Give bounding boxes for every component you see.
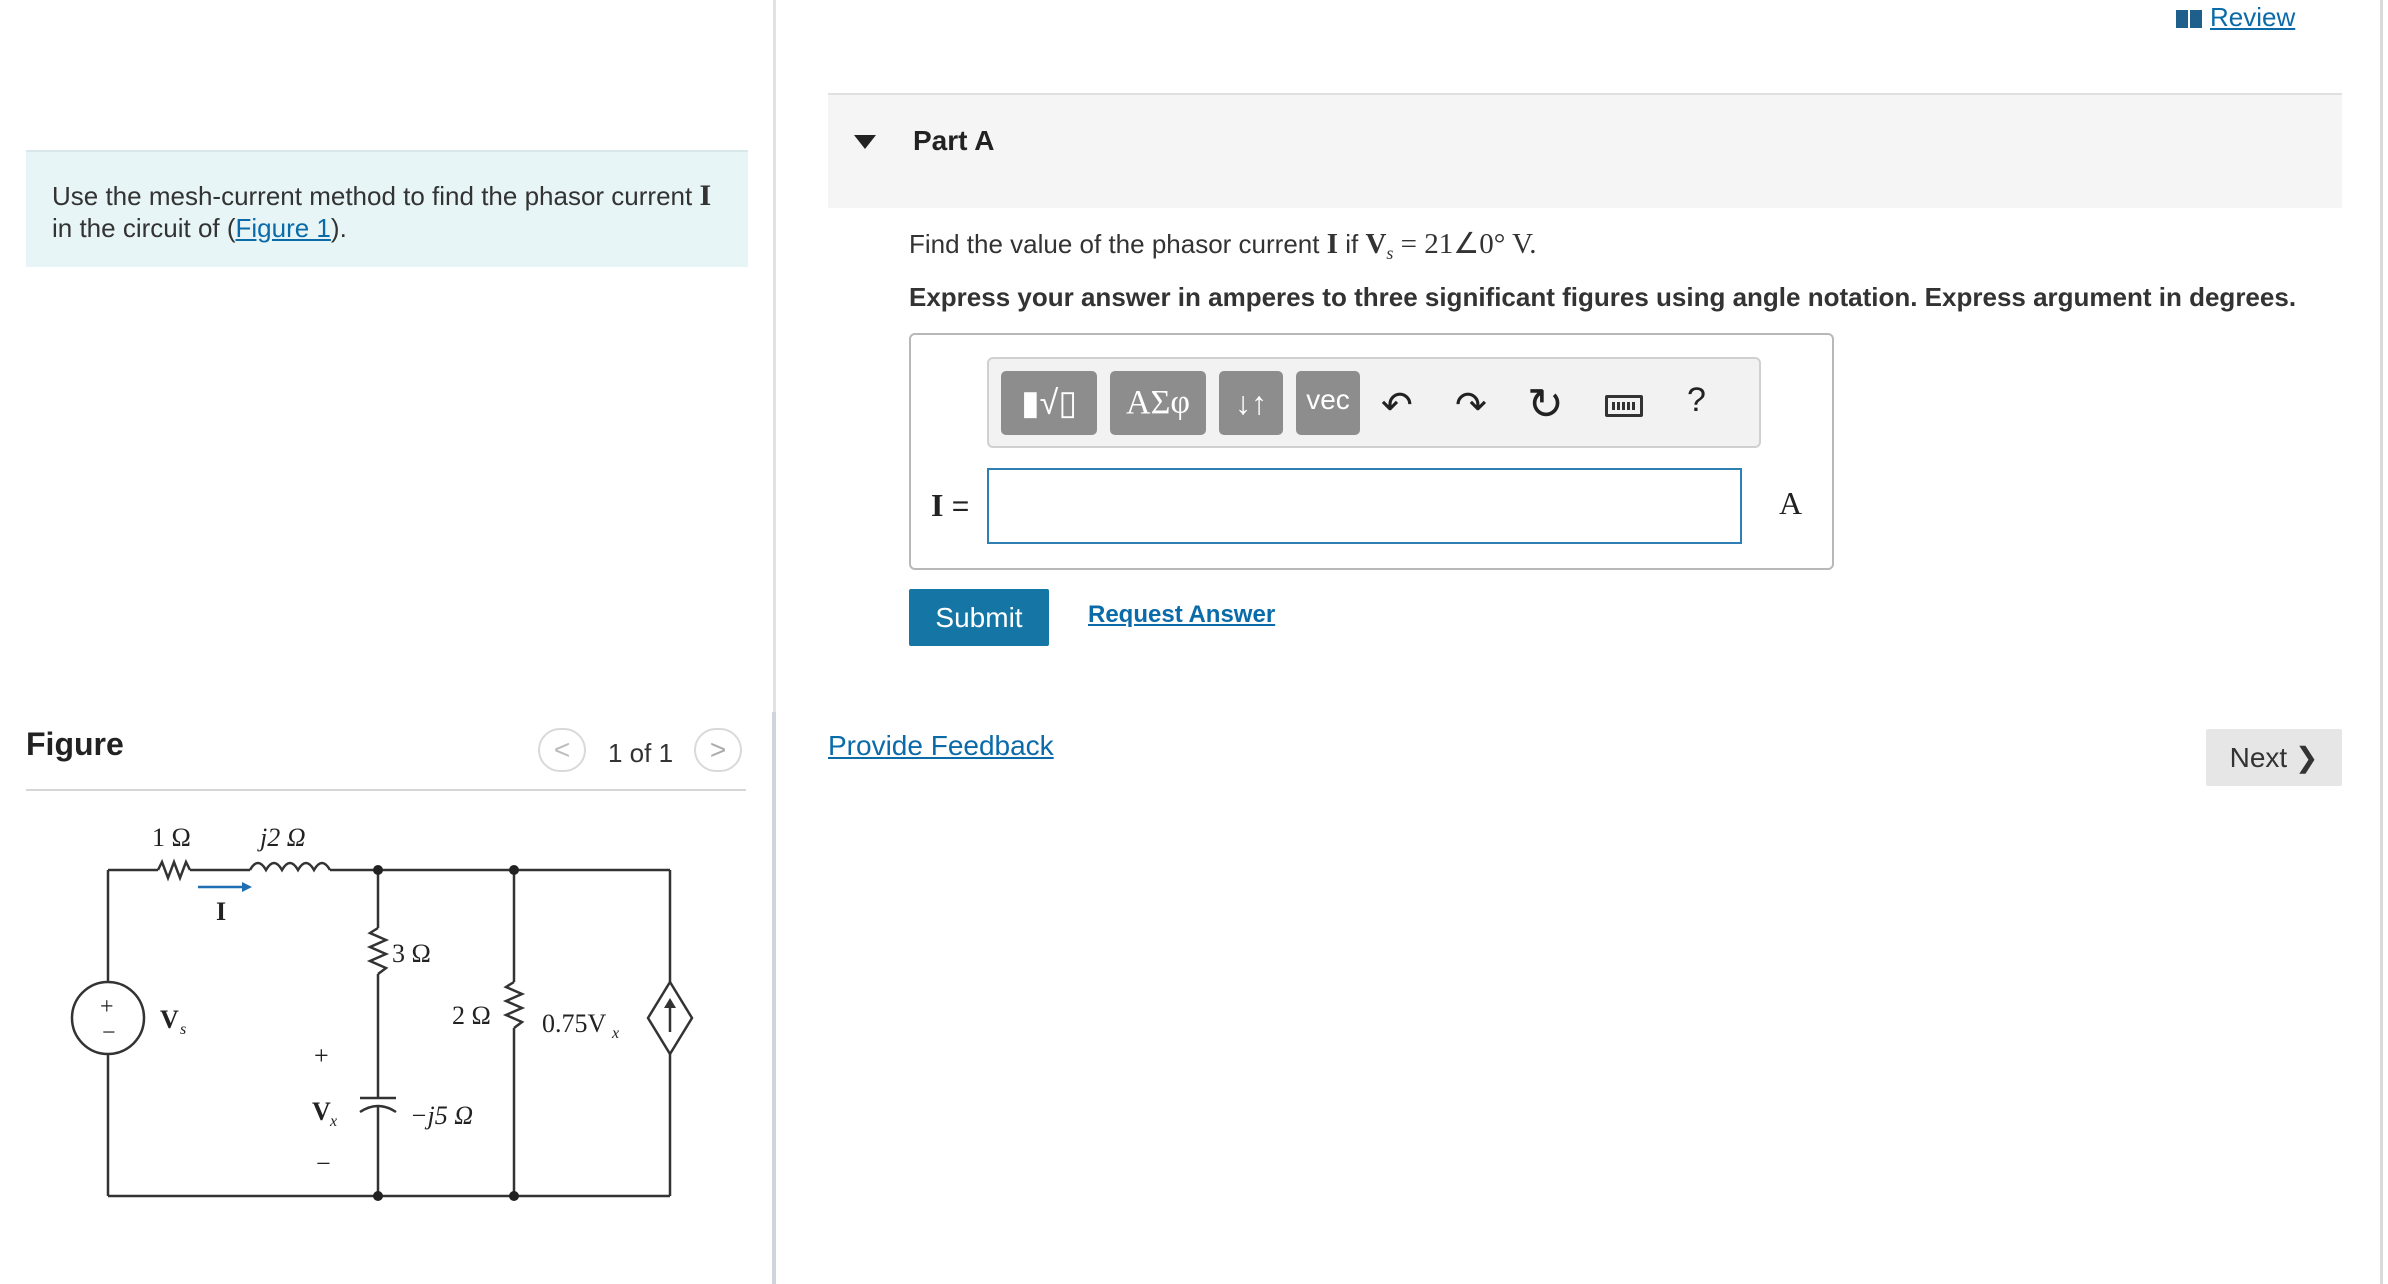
resistor-1-ohm [156, 858, 192, 882]
keyboard-icon[interactable] [1605, 395, 1643, 417]
panel-divider-handle[interactable] [772, 712, 776, 1284]
answer-unit: A [1779, 485, 1803, 521]
question-expression: = 21∠0° V. [1393, 228, 1537, 260]
label-r2: 2 Ω [452, 1001, 491, 1030]
answer-label: I = [931, 487, 969, 524]
part-a-header[interactable]: Part A [828, 93, 2342, 208]
label-source-minus: − [102, 1020, 116, 1046]
label-vx-minus: − [316, 1149, 331, 1178]
problem-text-before: Use the mesh-current method to find the … [52, 181, 700, 211]
figure-divider [26, 789, 746, 791]
figure-counter: 1 of 1 [608, 738, 674, 768]
review-link[interactable]: Review [2176, 2, 2295, 33]
problem-statement-box: Use the mesh-current method to find the … [26, 150, 748, 267]
figure-prev-button[interactable]: < [538, 728, 586, 772]
provide-feedback-link[interactable]: Provide Feedback [828, 730, 1054, 762]
label-source-plus: + [100, 994, 114, 1020]
circuit-diagram: 1 Ω j2 Ω I + − V s 3 Ω + V x − −j5 Ω 2 Ω… [70, 823, 694, 1201]
next-button[interactable]: Next ❯ [2206, 729, 2342, 786]
problem-text-mid: in the circuit of ( [52, 213, 236, 243]
question-text: Find the value of the phasor current I i… [909, 226, 1537, 264]
problem-symbol-i: I [699, 179, 712, 212]
figure-link[interactable]: Figure 1 [236, 213, 331, 243]
label-dep-sub: x [611, 1025, 619, 1042]
label-l1: j2 Ω [257, 823, 306, 852]
math-toolbar: ▮√▯ ΑΣφ ↓↑ vec ↶ ↷ ↻ ? [987, 357, 1761, 448]
label-vx: V [312, 1097, 331, 1126]
arrows-button[interactable]: ↓↑ [1219, 371, 1283, 435]
answer-container: ▮√▯ ΑΣφ ↓↑ vec ↶ ↷ ↻ ? I = A [909, 333, 1834, 570]
undo-icon[interactable]: ↶ [1381, 383, 1413, 428]
label-vx-plus: + [314, 1041, 329, 1070]
answer-label-symbol: I [931, 487, 944, 523]
question-symbol-v: V [1365, 228, 1387, 260]
problem-statement: Use the mesh-current method to find the … [52, 180, 732, 244]
problem-text-end: ). [330, 213, 347, 243]
label-r1: 1 Ω [152, 823, 191, 852]
label-r3: 3 Ω [392, 939, 431, 968]
label-cap: −j5 Ω [410, 1101, 473, 1130]
answer-instructions: Express your answer in amperes to three … [909, 282, 2297, 312]
question-symbol-i: I [1326, 228, 1338, 260]
templates-button[interactable]: ▮√▯ [1001, 371, 1097, 435]
inductor-j2 [248, 861, 332, 873]
resistor-2-ohm [502, 980, 526, 1029]
question-mid: if [1338, 229, 1366, 259]
redo-icon[interactable]: ↷ [1455, 383, 1487, 428]
label-vs: V [160, 1005, 179, 1034]
problem-panel: Use the mesh-current method to find the … [0, 0, 773, 1284]
review-label: Review [2210, 2, 2296, 32]
part-title: Part A [913, 125, 995, 156]
question-before: Find the value of the phasor current [909, 229, 1327, 259]
answer-label-eq: = [943, 490, 970, 523]
book-icon [2176, 10, 2202, 28]
answer-input[interactable] [987, 468, 1742, 544]
help-button[interactable]: ? [1687, 381, 1706, 420]
label-vx-sub: x [329, 1113, 337, 1130]
greek-symbols-button[interactable]: ΑΣφ [1110, 371, 1206, 435]
label-dep: 0.75V [542, 1009, 607, 1038]
label-vs-sub: s [180, 1021, 186, 1038]
scrollbar-track[interactable] [2380, 0, 2383, 1284]
resistor-3-ohm [366, 926, 390, 975]
figure-title: Figure [26, 726, 124, 762]
reset-icon[interactable]: ↻ [1527, 379, 1564, 430]
collapse-caret-icon[interactable] [854, 135, 876, 149]
figure-next-button[interactable]: > [694, 728, 742, 772]
request-answer-link[interactable]: Request Answer [1088, 601, 1275, 629]
submit-button[interactable]: Submit [909, 589, 1049, 646]
label-current: I [216, 897, 226, 926]
template-icon: ▮√▯ [1020, 384, 1078, 422]
vector-button[interactable]: vec [1296, 371, 1360, 435]
